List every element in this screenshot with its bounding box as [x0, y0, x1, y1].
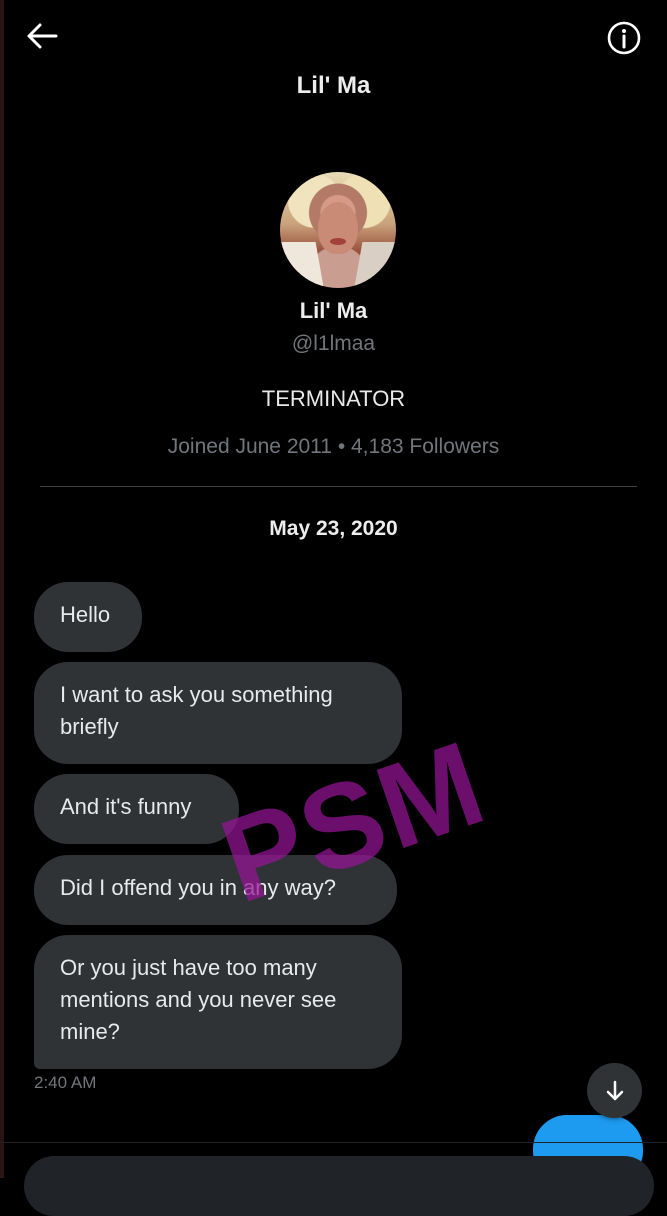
profile-handle[interactable]: @l1lmaa — [0, 332, 667, 356]
profile-meta: Joined June 2011 • 4,183 Followers — [167, 435, 500, 458]
message-bubble[interactable]: And it's funny — [34, 774, 239, 844]
info-icon — [607, 21, 641, 55]
avatar-jacket-right — [353, 242, 396, 288]
profile-avatar[interactable] — [280, 172, 396, 288]
divider — [40, 486, 637, 487]
arrow-left-icon — [27, 23, 58, 49]
message-timestamp: 2:40 AM — [34, 1073, 97, 1092]
avatar-lips — [330, 238, 346, 245]
profile-bio: TERMINATOR — [261, 386, 406, 411]
scroll-to-bottom-button[interactable] — [587, 1063, 642, 1118]
message-bubble[interactable]: I want to ask you something briefly — [34, 662, 402, 764]
profile-name[interactable]: Lil' Ma — [0, 298, 667, 324]
back-button[interactable] — [22, 18, 62, 54]
avatar-face — [318, 202, 358, 254]
message-composer[interactable] — [24, 1156, 654, 1216]
info-button[interactable] — [604, 18, 644, 58]
message-bubble[interactable]: Hello — [34, 582, 142, 652]
screen-edge — [0, 0, 4, 1178]
arrow-down-icon — [606, 1080, 623, 1100]
message-bubble[interactable]: Did I offend you in any way? — [34, 855, 397, 925]
message-bubble[interactable]: Or you just have too many mentions and y… — [34, 935, 402, 1069]
conversation-title: Lil' Ma — [296, 72, 371, 99]
avatar-jacket-left — [280, 242, 325, 288]
date-separator: May 23, 2020 — [269, 517, 398, 540]
composer-separator — [0, 1142, 667, 1143]
